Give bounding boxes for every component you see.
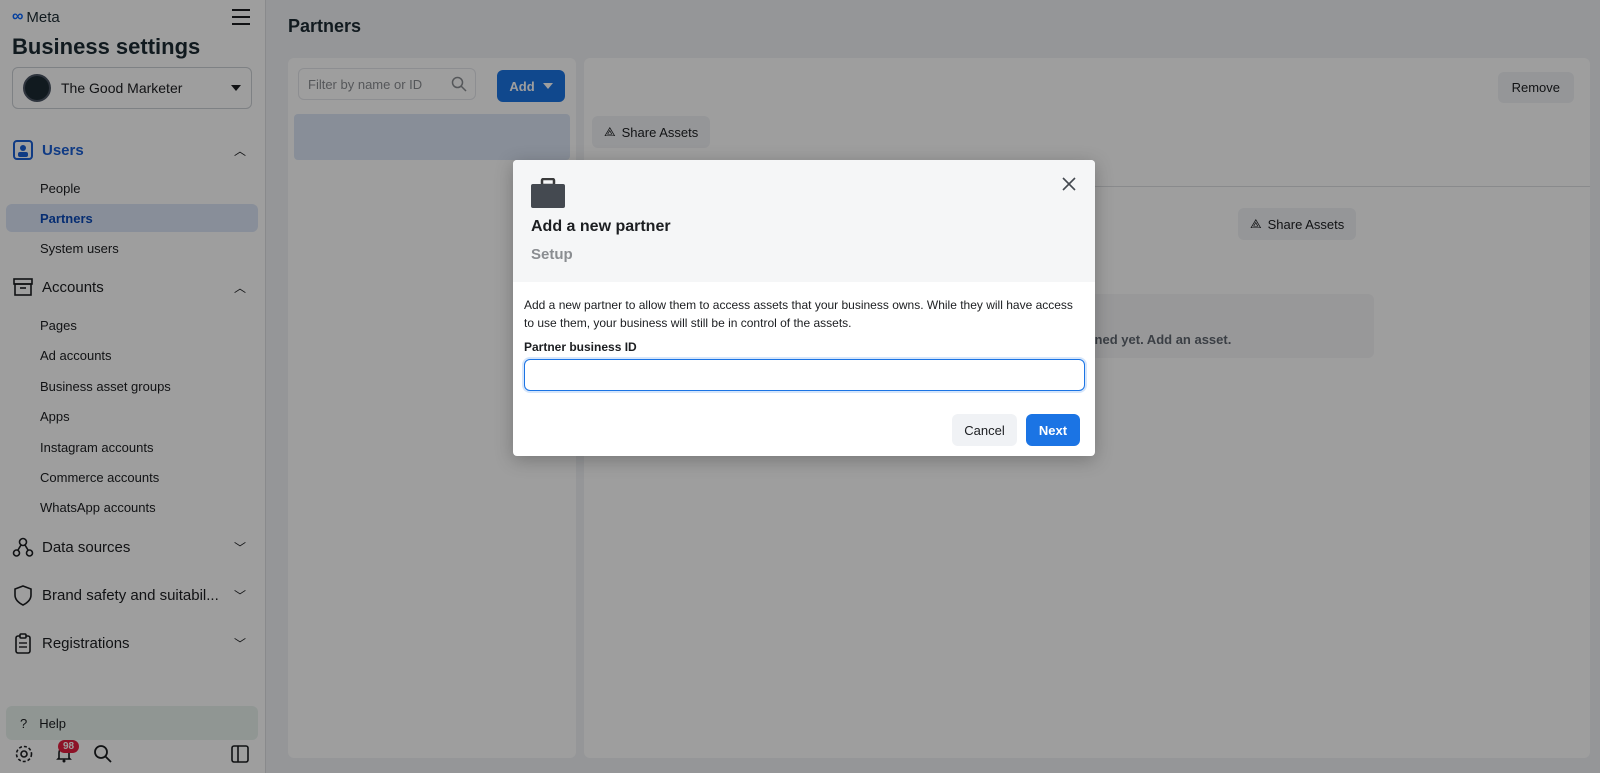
next-button[interactable]: Next <box>1026 414 1080 446</box>
briefcase-icon <box>531 177 565 213</box>
partner-business-id-input[interactable] <box>524 359 1085 391</box>
close-icon[interactable] <box>1059 174 1079 194</box>
cancel-button[interactable]: Cancel <box>952 414 1017 446</box>
dialog-subtitle: Setup <box>531 246 573 263</box>
dialog-title: Add a new partner <box>531 218 671 235</box>
dialog-description: Add a new partner to allow them to acces… <box>524 298 1073 330</box>
partner-id-label: Partner business ID <box>524 340 637 354</box>
add-partner-dialog: Add a new partner Setup Add a new partne… <box>513 160 1095 456</box>
